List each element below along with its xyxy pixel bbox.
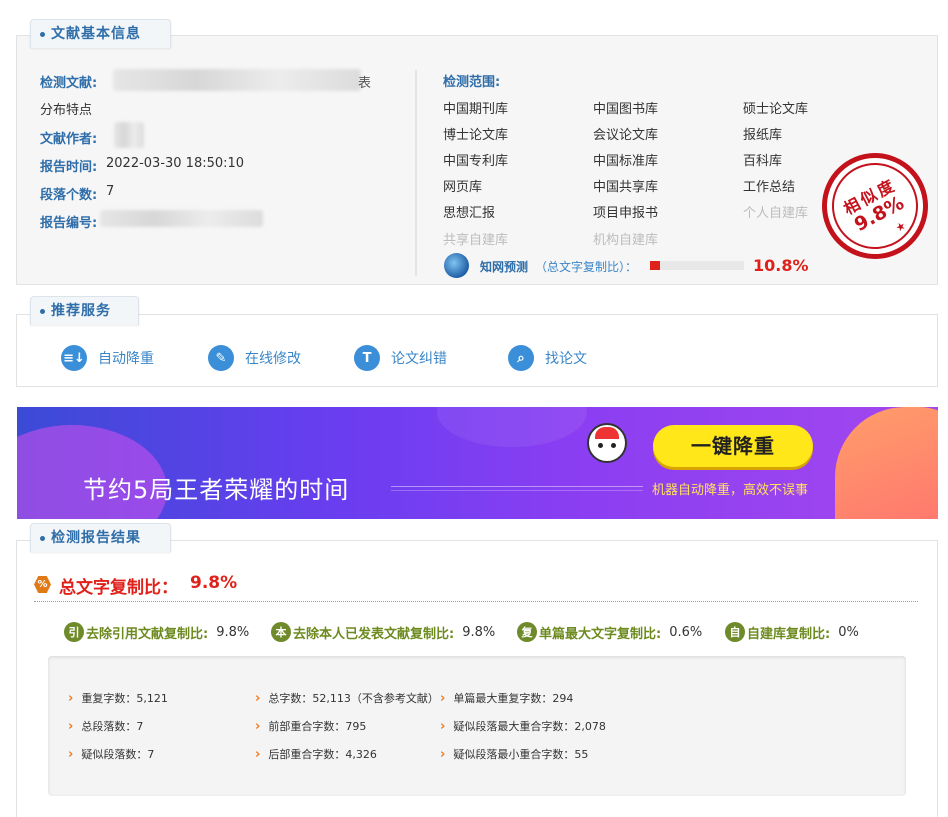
banner-headline: 节约5局王者荣耀的时间 <box>83 476 350 504</box>
banner-line <box>391 486 643 487</box>
self-icon: 本 <box>271 622 291 642</box>
service-proofread[interactable]: T 论文纠错 <box>354 344 447 372</box>
banner-blob-right <box>835 407 938 519</box>
banner-line2 <box>391 490 643 491</box>
database-item: 共享自建库 <box>443 233 509 248</box>
rate-value: 0% <box>838 624 859 640</box>
service-label: 论文纠错 <box>391 351 447 367</box>
stat-item: 总段落数：7 <box>68 718 143 734</box>
cnki-bar-track <box>650 261 744 270</box>
self-built-icon: 自 <box>725 622 745 642</box>
scope-label: 检测范围: <box>443 75 501 90</box>
mascot-icon <box>587 423 627 463</box>
rate-exclude-self: 本 去除本人已发表文献复制比: 9.8% <box>271 621 495 643</box>
rate-label: 单篇最大文字复制比: <box>539 626 662 642</box>
stat-item: 疑似段落最大重合字数：2,078 <box>440 718 606 734</box>
cnki-bar-fill <box>650 261 661 270</box>
stat-item: 前部重合字数：795 <box>255 718 366 734</box>
stat-item: 疑似段落最小重合字数：55 <box>440 746 588 762</box>
author-label: 文献作者: <box>40 132 98 147</box>
service-label: 在线修改 <box>245 351 301 367</box>
doc-label: 检测文献: <box>40 76 98 91</box>
rate-label: 自建库复制比: <box>747 626 831 642</box>
database-item: 报纸库 <box>743 128 783 143</box>
service-find-paper[interactable]: ⌕ 找论文 <box>508 344 587 372</box>
database-item: 会议论文库 <box>593 128 659 143</box>
service-auto-reduce[interactable]: ≡↓ 自动降重 <box>61 344 154 372</box>
rate-label: 去除引用文献复制比: <box>86 626 209 642</box>
info-divider <box>415 70 417 276</box>
database-item: 网页库 <box>443 180 483 195</box>
services-tab: 推荐服务 <box>30 296 139 325</box>
stat-item: 后部重合字数：4,326 <box>255 746 377 762</box>
doc-title-suffix: 表 <box>358 76 372 91</box>
total-rate-value: 9.8% <box>190 573 238 593</box>
report-time-label: 报告时间: <box>40 160 98 175</box>
database-item: 中国图书库 <box>593 102 659 117</box>
search-icon: ⌕ <box>508 345 534 371</box>
cnki-label: 知网预测 <box>480 260 529 274</box>
rate-label: 去除本人已发表文献复制比: <box>293 626 455 642</box>
text-t-icon: T <box>354 345 380 371</box>
citation-icon: 引 <box>64 622 84 642</box>
total-rate-label: 总文字复制比： <box>59 578 178 598</box>
service-online-edit[interactable]: ✎ 在线修改 <box>208 344 301 372</box>
rate-value: 0.6% <box>669 624 703 640</box>
author-blurred <box>114 122 144 148</box>
paragraphs-label: 段落个数: <box>40 188 98 203</box>
doc-title-blurred <box>113 69 361 91</box>
cnki-desc: （总文字复制比）： <box>535 260 638 274</box>
stat-item: 单篇最大重复字数：294 <box>440 690 573 706</box>
auto-reduce-icon: ≡↓ <box>61 345 87 371</box>
cnki-value: 10.8% <box>753 256 809 275</box>
pencil-icon: ✎ <box>208 345 234 371</box>
rate-exclude-citation: 引 去除引用文献复制比: 9.8% <box>64 621 249 643</box>
rate-self-built: 自 自建库复制比: 0% <box>725 621 859 643</box>
database-item: 百科库 <box>743 154 783 169</box>
rate-value: 9.8% <box>216 624 250 640</box>
database-item: 中国标准库 <box>593 154 659 169</box>
report-no-blurred <box>100 210 263 227</box>
services-panel <box>16 314 938 387</box>
database-item: 机构自建库 <box>593 233 659 248</box>
basic-info-tab: 文献基本信息 <box>30 19 171 48</box>
banner-button[interactable]: 一键降重 <box>653 425 813 467</box>
report-no-label: 报告编号: <box>40 216 98 231</box>
rate-single-max: 复 单篇最大文字复制比: 0.6% <box>517 621 702 643</box>
banner-blob-mid <box>437 407 587 447</box>
doc-title-line2: 分布特点 <box>40 103 93 118</box>
database-item: 博士论文库 <box>443 128 509 143</box>
report-time-value: 2022-03-30 18:50:10 <box>106 156 245 171</box>
service-label: 找论文 <box>545 351 587 367</box>
stat-item: 总字数：52,113（不含参考文献） <box>255 690 439 706</box>
database-item: 中国期刊库 <box>443 102 509 117</box>
promo-banner[interactable]: 节约5局王者荣耀的时间 一键降重 机器自动降重，高效不误事 <box>17 407 938 519</box>
service-label: 自动降重 <box>98 351 154 367</box>
database-item: 项目申报书 <box>593 206 659 221</box>
copy-icon: 复 <box>517 622 537 642</box>
database-item: 思想汇报 <box>443 206 496 221</box>
database-item: 中国共享库 <box>593 180 659 195</box>
dotted-divider <box>34 601 918 602</box>
database-item: 个人自建库 <box>743 206 809 221</box>
database-item: 硕士论文库 <box>743 102 809 117</box>
database-item: 中国专利库 <box>443 154 509 169</box>
paragraphs-value: 7 <box>106 184 115 199</box>
result-tab: 检测报告结果 <box>30 523 171 552</box>
database-item: 工作总结 <box>743 180 796 195</box>
stat-item: 疑似段落数：7 <box>68 746 154 762</box>
rate-value: 9.8% <box>462 624 496 640</box>
banner-subtitle: 机器自动降重，高效不误事 <box>652 483 809 498</box>
cnki-logo-icon <box>444 253 469 278</box>
stat-item: 重复字数：5,121 <box>68 690 168 706</box>
